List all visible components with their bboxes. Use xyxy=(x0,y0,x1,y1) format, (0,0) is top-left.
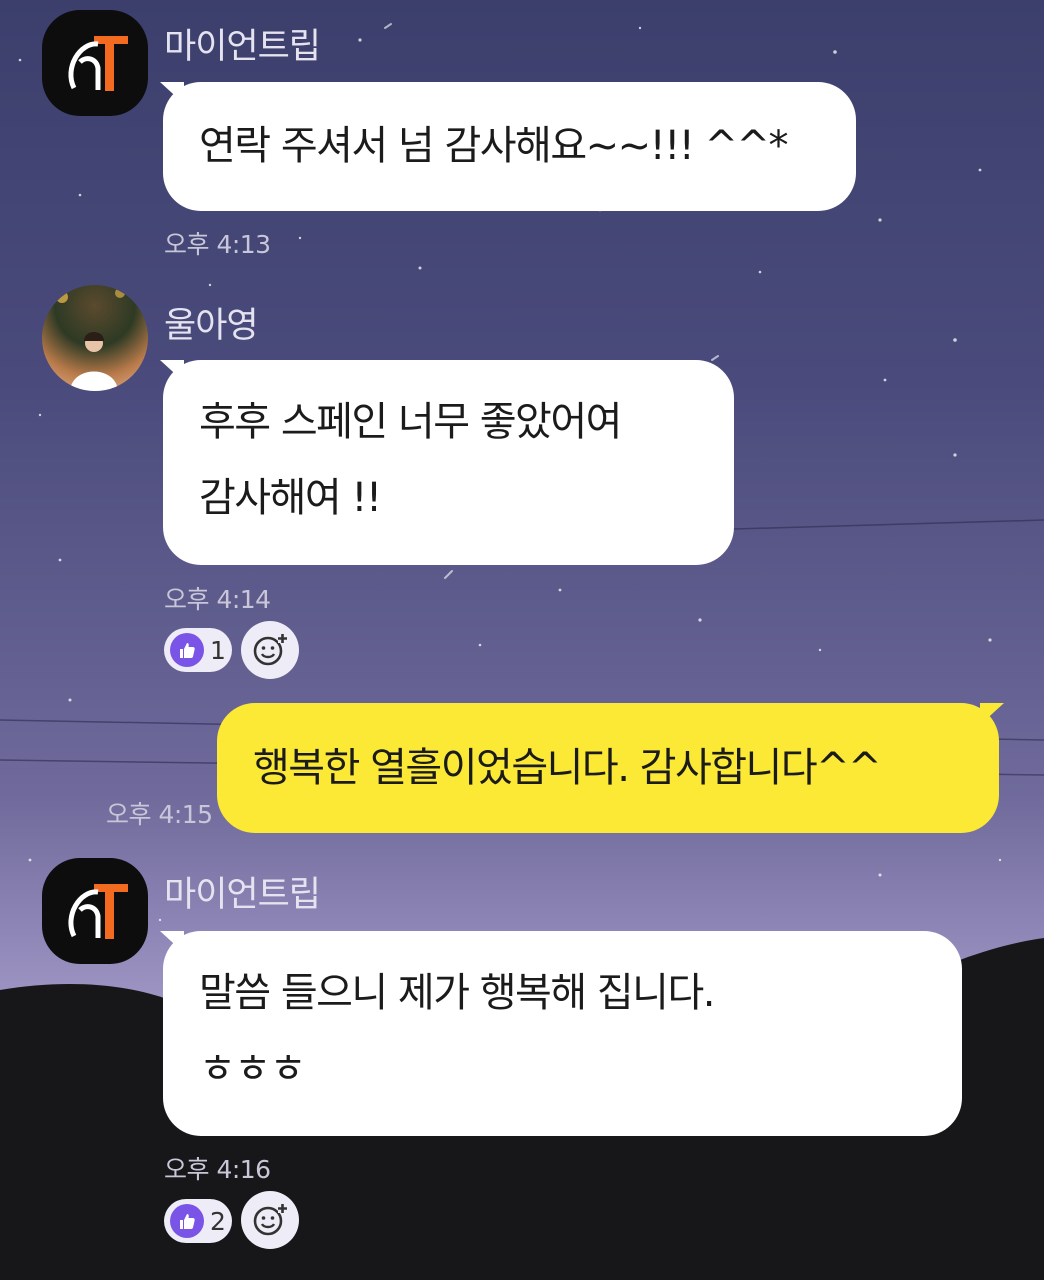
my-message-bubble[interactable]: 행복한 열흘이었습니다. 감사합니다^^ xyxy=(217,703,999,833)
message-text-line: 감사해여 !! xyxy=(199,475,382,521)
message-time: 오후 4:16 xyxy=(164,1155,271,1184)
message-time: 오후 4:14 xyxy=(164,585,271,614)
brand-logo-icon xyxy=(68,36,128,91)
message-bubble[interactable]: 연락 주셔서 넘 감사해요~~!!! ^^* xyxy=(163,82,856,211)
reaction-count: 2 xyxy=(210,1206,226,1236)
message-text-line: 후후 스페인 너무 좋았어여 xyxy=(199,399,622,445)
brand-avatar[interactable] xyxy=(42,10,148,116)
message-text: 행복한 열흘이었습니다. 감사합니다^^ xyxy=(253,745,882,791)
thumbs-up-icon xyxy=(170,1204,204,1238)
add-reaction-button[interactable] xyxy=(241,1191,299,1249)
bubble-tail xyxy=(980,703,1004,725)
thumbs-up-icon xyxy=(170,633,204,667)
message-time: 오후 4:13 xyxy=(164,230,271,259)
message-time: 오후 4:15 xyxy=(106,800,213,829)
add-reaction-icon xyxy=(253,1204,287,1236)
message-bubble[interactable]: 말씀 들으니 제가 행복해 집니다. ㅎㅎㅎ xyxy=(163,931,962,1136)
brand-avatar[interactable] xyxy=(42,858,148,964)
add-reaction-button[interactable] xyxy=(241,621,299,679)
user-avatar[interactable] xyxy=(42,285,148,391)
profile-photo xyxy=(56,288,125,391)
message-text-line: ㅎㅎㅎ xyxy=(199,1046,306,1092)
reaction-count: 1 xyxy=(210,635,226,665)
like-reaction[interactable]: 1 xyxy=(164,628,232,672)
message-text-line: 말씀 들으니 제가 행복해 집니다. xyxy=(199,970,715,1016)
message-text: 연락 주셔서 넘 감사해요~~!!! ^^* xyxy=(199,123,789,169)
message-bubble[interactable]: 후후 스페인 너무 좋았어여 감사해여 !! xyxy=(163,360,734,565)
like-reaction[interactable]: 2 xyxy=(164,1199,232,1243)
sender-name: 마이언트립 xyxy=(164,875,321,915)
sender-name: 울아영 xyxy=(164,306,259,346)
sender-name: 마이언트립 xyxy=(164,27,321,67)
add-reaction-icon xyxy=(253,634,287,666)
brand-logo-icon xyxy=(68,884,128,939)
